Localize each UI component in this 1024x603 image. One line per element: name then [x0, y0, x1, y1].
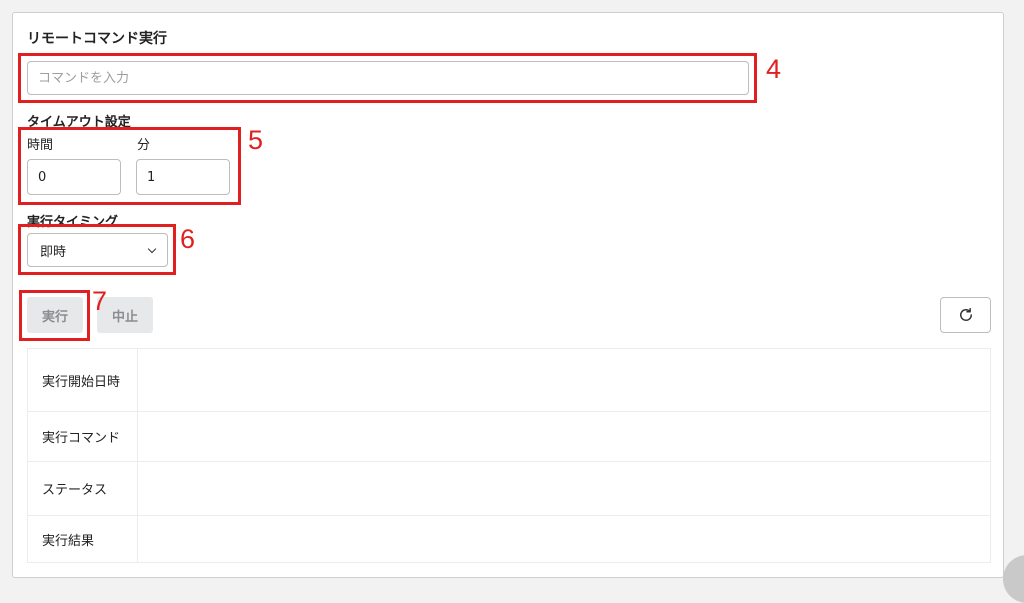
timeout-title: タイムアウト設定: [27, 115, 131, 130]
command-input[interactable]: [27, 61, 749, 95]
timing-title: 実行タイミング: [27, 215, 119, 230]
execute-button[interactable]: 実行: [27, 297, 83, 333]
refresh-button[interactable]: [940, 297, 991, 333]
chevron-down-icon: [147, 244, 157, 253]
table-row: ステータス: [28, 462, 990, 516]
table-row: 実行コマンド: [28, 412, 990, 462]
row-label-status: ステータス: [28, 462, 138, 515]
row-label-command: 実行コマンド: [28, 412, 138, 461]
annotation-number-7: 7: [92, 286, 108, 316]
annotation-number-5: 5: [248, 125, 264, 155]
hours-input[interactable]: [27, 159, 121, 195]
refresh-icon: [959, 307, 972, 321]
annotation-number-4: 4: [766, 54, 782, 84]
table-row: 実行結果: [28, 516, 990, 562]
minutes-input[interactable]: [136, 159, 230, 195]
annotation-number-6: 6: [180, 224, 196, 254]
result-table: 実行開始日時 実行コマンド ステータス 実行結果: [27, 348, 991, 563]
hours-label: 時間: [27, 138, 54, 153]
row-label-start-time: 実行開始日時: [28, 349, 138, 411]
table-row: 実行開始日時: [28, 349, 990, 412]
timing-select[interactable]: 即時: [27, 233, 168, 267]
remote-command-title: リモートコマンド実行: [27, 31, 167, 47]
minutes-label: 分: [137, 138, 151, 153]
timing-selected-value: 即時: [40, 244, 67, 260]
scroll-top-button[interactable]: [1003, 555, 1024, 603]
row-label-result: 実行結果: [28, 516, 138, 562]
